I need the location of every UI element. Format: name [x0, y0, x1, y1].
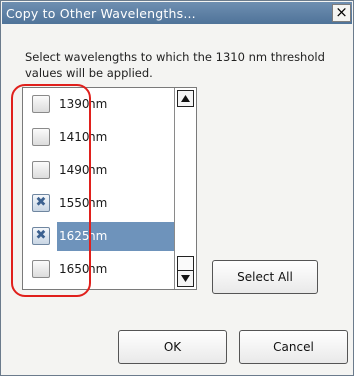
scroll-down-button[interactable]: [177, 270, 194, 287]
checkbox-column-highlight: [11, 84, 91, 297]
cancel-button[interactable]: Cancel: [239, 330, 348, 364]
ok-button[interactable]: OK: [118, 330, 227, 364]
title-bar: Copy to Other Wavelengths... ×: [2, 2, 352, 24]
instruction-text: Select wavelengths to which the 1310 nm …: [25, 50, 325, 80]
scroll-up-button[interactable]: [177, 90, 194, 107]
scroll-thumb[interactable]: [177, 256, 194, 271]
close-icon: ×: [335, 3, 348, 21]
close-button[interactable]: ×: [332, 4, 351, 22]
copy-wavelengths-dialog: Copy to Other Wavelengths... × Select wa…: [0, 0, 354, 376]
arrow-down-icon: [181, 275, 190, 282]
select-all-button[interactable]: Select All: [212, 260, 318, 294]
dialog-title: Copy to Other Wavelengths...: [6, 6, 196, 21]
arrow-up-icon: [181, 95, 190, 102]
vertical-scrollbar[interactable]: [174, 88, 196, 289]
